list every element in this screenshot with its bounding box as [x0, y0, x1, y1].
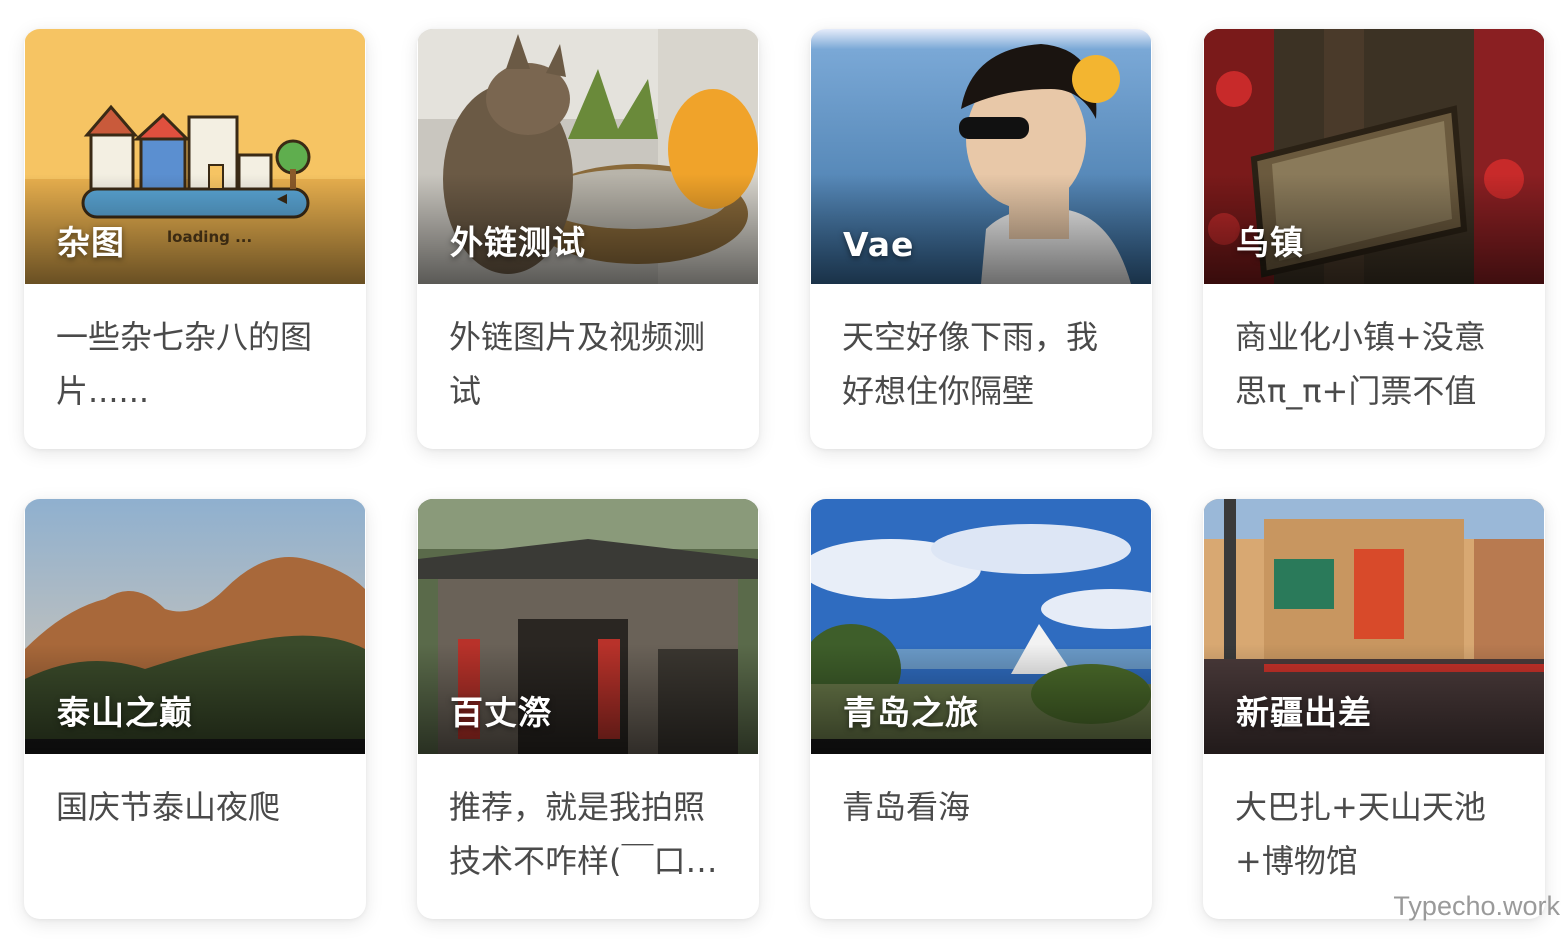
album-description: 青岛看海 [842, 788, 971, 826]
album-description: 外链图片及视频测试 [449, 318, 706, 410]
loading-label: loading ... [167, 228, 253, 246]
album-title: 杂图 [57, 223, 125, 262]
album-cover-taishan: 泰山之巅 [25, 499, 365, 754]
site-watermark: Typecho.work [1393, 891, 1560, 921]
album-card-wuzhen[interactable]: 乌镇 商业化小镇+没意思π_π+门票不值 [1203, 29, 1545, 449]
album-cover-external-link-test: 外链测试 [418, 29, 758, 284]
album-description: 商业化小镇+没意思π_π+门票不值 [1235, 318, 1486, 410]
album-title: 青岛之旅 [843, 693, 979, 732]
album-card-qingdao[interactable]: 青岛之旅 青岛看海 [810, 499, 1152, 919]
album-description: 大巴扎+天山天池+博物馆 [1235, 788, 1486, 880]
album-title: 外链测试 [450, 223, 586, 262]
album-card-xinjiang[interactable]: 新疆出差 大巴扎+天山天池+博物馆 [1203, 499, 1545, 919]
album-cover-baizhangji: 百丈漈 [418, 499, 758, 754]
album-card-external-link-test[interactable]: 外链测试 外链图片及视频测试 [417, 29, 759, 449]
album-card-baizhangji[interactable]: 百丈漈 推荐，就是我拍照技术不咋样(￣口￣) [417, 499, 759, 919]
album-cover-vae: Vae [811, 29, 1151, 284]
album-cover-wuzhen: 乌镇 [1204, 29, 1544, 284]
album-description: 国庆节泰山夜爬 [56, 788, 281, 826]
album-cover-xinjiang: 新疆出差 [1204, 499, 1544, 754]
album-cover-zatu: loading ... 杂图 [25, 29, 365, 284]
album-title: 乌镇 [1236, 223, 1304, 262]
album-card-vae[interactable]: Vae 天空好像下雨，我好想住你隔壁 [810, 29, 1152, 449]
album-card-taishan[interactable]: 泰山之巅 国庆节泰山夜爬 [24, 499, 366, 919]
album-grid: loading ... 杂图 一些杂七杂八的图片...... 外链测试 外链图片… [24, 29, 1545, 919]
album-description: 天空好像下雨，我好想住你隔壁 [842, 318, 1099, 410]
album-title: 百丈漈 [450, 693, 552, 732]
album-title: 泰山之巅 [57, 693, 193, 732]
album-description: 推荐，就是我拍照技术不咋样(￣口￣) [449, 788, 706, 880]
album-title: Vae [843, 225, 915, 264]
album-cover-qingdao: 青岛之旅 [811, 499, 1151, 754]
album-description: 一些杂七杂八的图片...... [56, 318, 313, 410]
album-card-zatu[interactable]: loading ... 杂图 一些杂七杂八的图片...... [24, 29, 366, 449]
album-title: 新疆出差 [1236, 693, 1372, 732]
